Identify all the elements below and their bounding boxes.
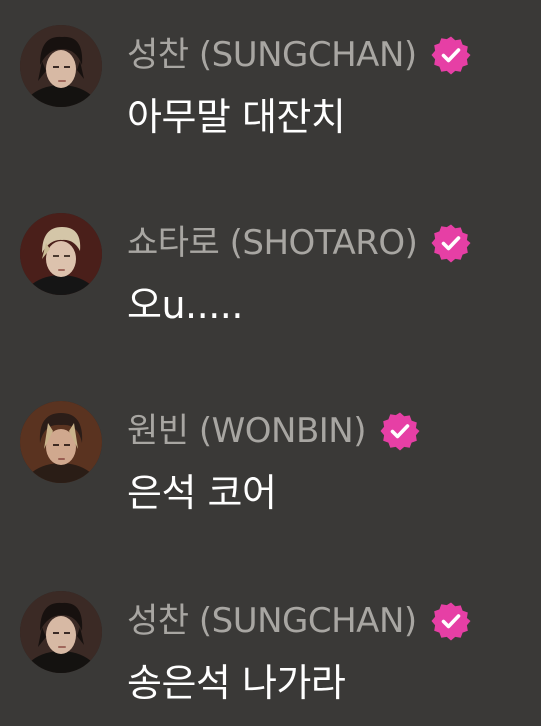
message-header: 성찬 (SUNGCHAN): [127, 597, 471, 645]
verified-badge-icon: [380, 411, 420, 451]
avatar[interactable]: [20, 591, 102, 673]
avatar-photo: [20, 213, 102, 295]
chat-message: 원빈 (WONBIN) 은석 코어: [0, 376, 541, 536]
verified-badge-icon: [431, 601, 471, 641]
sender-name[interactable]: 성찬 (SUNGCHAN): [127, 31, 417, 79]
avatar-photo: [20, 401, 102, 483]
verified-badge-icon: [431, 223, 471, 263]
message-text: 오u.....: [127, 283, 243, 327]
message-text: 아무말 대잔치: [127, 95, 346, 139]
message-text: 송은석 나가라: [127, 661, 346, 705]
avatar[interactable]: [20, 401, 102, 483]
avatar-photo: [20, 25, 102, 107]
avatar-photo: [20, 591, 102, 673]
sender-name[interactable]: 원빈 (WONBIN): [127, 407, 367, 455]
chat-message: 성찬 (SUNGCHAN) 송은석 나가라: [0, 566, 541, 726]
avatar[interactable]: [20, 213, 102, 295]
sender-name[interactable]: 성찬 (SUNGCHAN): [127, 597, 417, 645]
sender-name[interactable]: 쇼타로 (SHOTARO): [127, 219, 418, 267]
message-header: 원빈 (WONBIN): [127, 407, 420, 455]
avatar[interactable]: [20, 25, 102, 107]
chat-message: 쇼타로 (SHOTARO) 오u.....: [0, 188, 541, 348]
chat-feed: 성찬 (SUNGCHAN) 아무말 대잔치 쇼타로 (SHOTARO) 오u..…: [0, 0, 541, 725]
message-header: 쇼타로 (SHOTARO): [127, 219, 471, 267]
message-header: 성찬 (SUNGCHAN): [127, 31, 471, 79]
message-text: 은석 코어: [127, 471, 277, 515]
verified-badge-icon: [431, 35, 471, 75]
chat-message: 성찬 (SUNGCHAN) 아무말 대잔치: [0, 0, 541, 160]
